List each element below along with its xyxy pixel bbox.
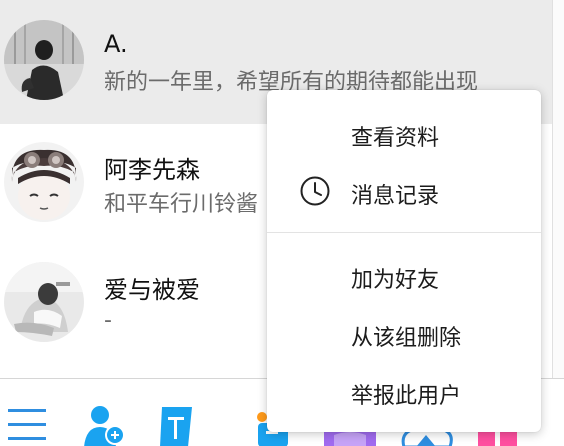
transfer-icon[interactable]	[156, 405, 196, 446]
menu-item-label: 消息记录	[351, 184, 440, 209]
contact-name: 阿李先森	[104, 156, 200, 184]
menu-item-view-profile[interactable]: 查看资料	[267, 110, 541, 156]
avatar-image	[4, 20, 84, 100]
menu-item-report-user[interactable]: 举报此用户	[267, 368, 541, 414]
avatar-image	[4, 142, 84, 222]
context-menu: 查看资料 消息记录 加为好友 从该组删除 举报此用户	[267, 90, 541, 432]
avatar[interactable]	[4, 142, 84, 222]
contact-name: A.	[104, 30, 128, 58]
menu-item-add-friend[interactable]: 加为好友	[267, 252, 541, 298]
add-contact-icon[interactable]	[82, 405, 126, 446]
scrollbar[interactable]	[552, 0, 564, 378]
menu-item-label: 加为好友	[351, 268, 440, 293]
menu-item-label: 查看资料	[351, 126, 440, 151]
menu-item-remove-from-group[interactable]: 从该组删除	[267, 310, 541, 356]
contact-name: 爱与被爱	[104, 276, 200, 304]
menu-icon[interactable]	[6, 405, 48, 446]
menu-item-label: 从该组删除	[351, 326, 462, 351]
avatar-image	[4, 262, 84, 342]
avatar[interactable]	[4, 262, 84, 342]
menu-item-message-history[interactable]: 消息记录	[267, 168, 541, 214]
menu-divider	[267, 232, 541, 233]
clock-icon	[299, 175, 331, 207]
menu-item-label: 举报此用户	[351, 384, 462, 409]
avatar[interactable]	[4, 20, 84, 100]
